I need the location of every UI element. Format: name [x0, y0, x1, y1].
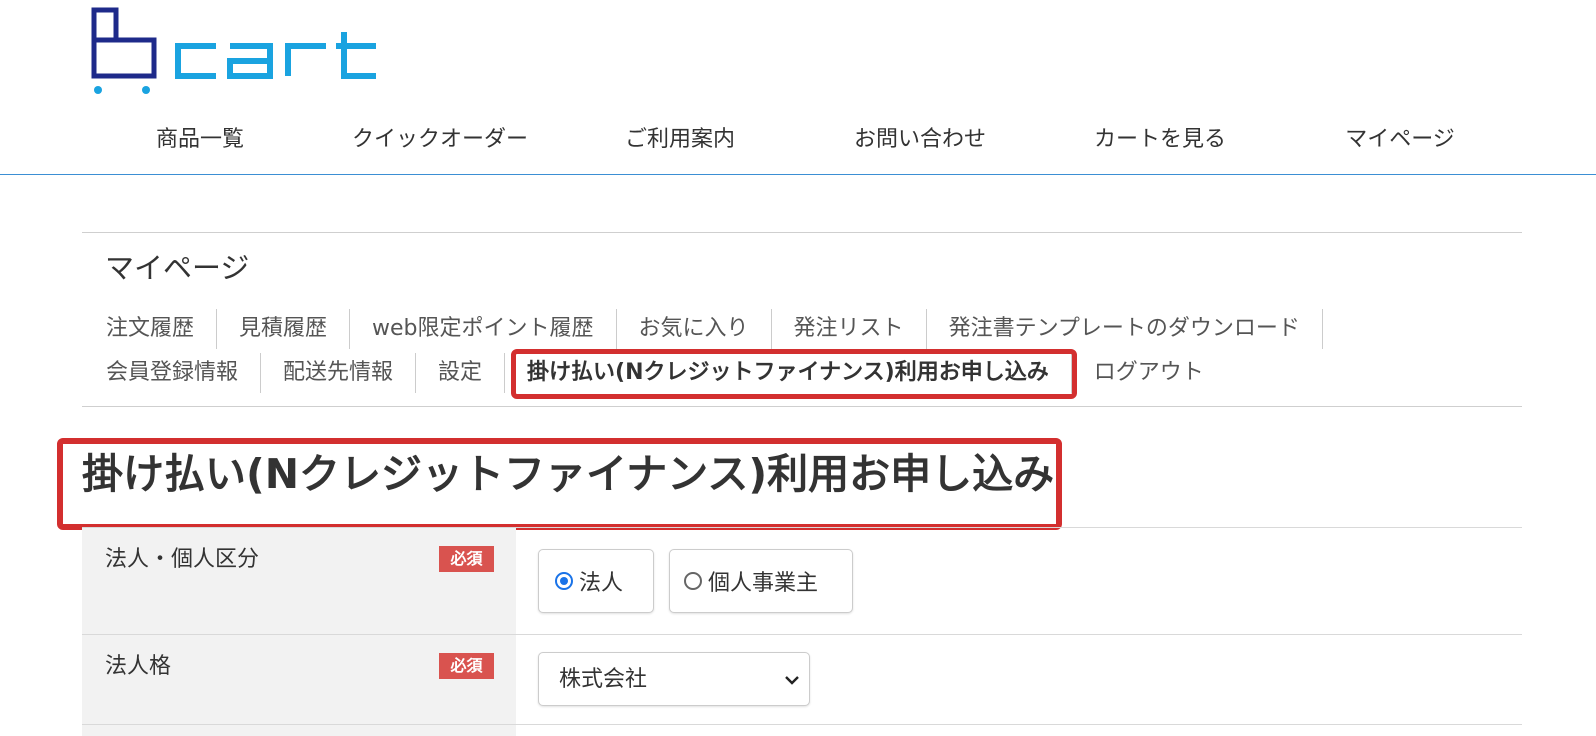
radio-checked-icon [555, 572, 573, 590]
subnav-order-list[interactable]: 発注リスト [772, 309, 927, 349]
radio-corporation[interactable]: 法人 [538, 549, 654, 613]
form-row-next [82, 725, 1522, 736]
subnav-settings[interactable]: 設定 [416, 353, 506, 393]
bcart-logo-mark [91, 7, 376, 94]
form-label-cell: 法人・個人区分 必須 [82, 528, 516, 634]
subnav-member-info[interactable]: 会員登録情報 [84, 353, 262, 393]
subnav-quote-history[interactable]: 見積履歴 [217, 309, 351, 349]
nav-quick-order[interactable]: クイックオーダー [320, 118, 560, 162]
mypage-subnav-row-1: 注文履歴 見積履歴 web限定ポイント履歴 お気に入り 発注リスト 発注書テンプ… [84, 309, 1323, 349]
subnav-credit-application[interactable]: 掛け払い(Nクレジットファイナンス)利用お申し込み [505, 349, 1077, 399]
required-badge: 必須 [439, 653, 494, 679]
mypage-top-divider [82, 232, 1522, 233]
form-label-cell [82, 725, 516, 736]
radio-unchecked-icon [684, 572, 702, 590]
form-label-cell: 法人格 必須 [82, 635, 516, 724]
subnav-shipping-info[interactable]: 配送先情報 [261, 353, 417, 393]
nav-cart[interactable]: カートを見る [1040, 118, 1280, 162]
radio-sole-proprietor-label: 個人事業主 [708, 571, 819, 596]
heading-highlight-box [57, 438, 1062, 530]
header-divider [0, 174, 1596, 175]
mypage-subnav-row-2: 会員登録情報 配送先情報 設定 掛け払い(Nクレジットファイナンス)利用お申し込… [84, 349, 1226, 399]
required-badge: 必須 [439, 546, 494, 572]
corporate-type-select[interactable]: 株式会社 [538, 652, 810, 706]
bcart-logo[interactable] [90, 4, 390, 100]
mypage-title: マイページ [105, 251, 250, 285]
corporate-type-label: 法人格 [105, 654, 172, 679]
nav-products[interactable]: 商品一覧 [80, 118, 320, 162]
subnav-order-history[interactable]: 注文履歴 [84, 309, 218, 349]
form-row-corporate-type: 法人格 必須 株式会社 [82, 635, 1522, 725]
form-row-entity-type: 法人・個人区分 必須 法人 個人事業主 [82, 528, 1522, 635]
nav-contact[interactable]: お問い合わせ [800, 118, 1040, 162]
subnav-favorites[interactable]: お気に入り [617, 309, 772, 349]
radio-corporation-label: 法人 [579, 571, 624, 596]
mypage-bottom-divider [82, 406, 1522, 407]
global-nav: 商品一覧 クイックオーダー ご利用案内 お問い合わせ カートを見る マイページ [80, 118, 1520, 162]
corporate-type-value: 株式会社 [559, 667, 648, 692]
entity-type-label: 法人・個人区分 [105, 547, 260, 572]
subnav-point-history[interactable]: web限定ポイント履歴 [350, 309, 617, 349]
nav-guide[interactable]: ご利用案内 [560, 118, 800, 162]
subnav-template-download[interactable]: 発注書テンプレートのダウンロード [927, 309, 1323, 349]
nav-mypage[interactable]: マイページ [1280, 118, 1520, 162]
radio-sole-proprietor[interactable]: 個人事業主 [669, 549, 853, 613]
chevron-down-icon [785, 676, 799, 685]
subnav-logout[interactable]: ログアウト [1072, 353, 1226, 393]
